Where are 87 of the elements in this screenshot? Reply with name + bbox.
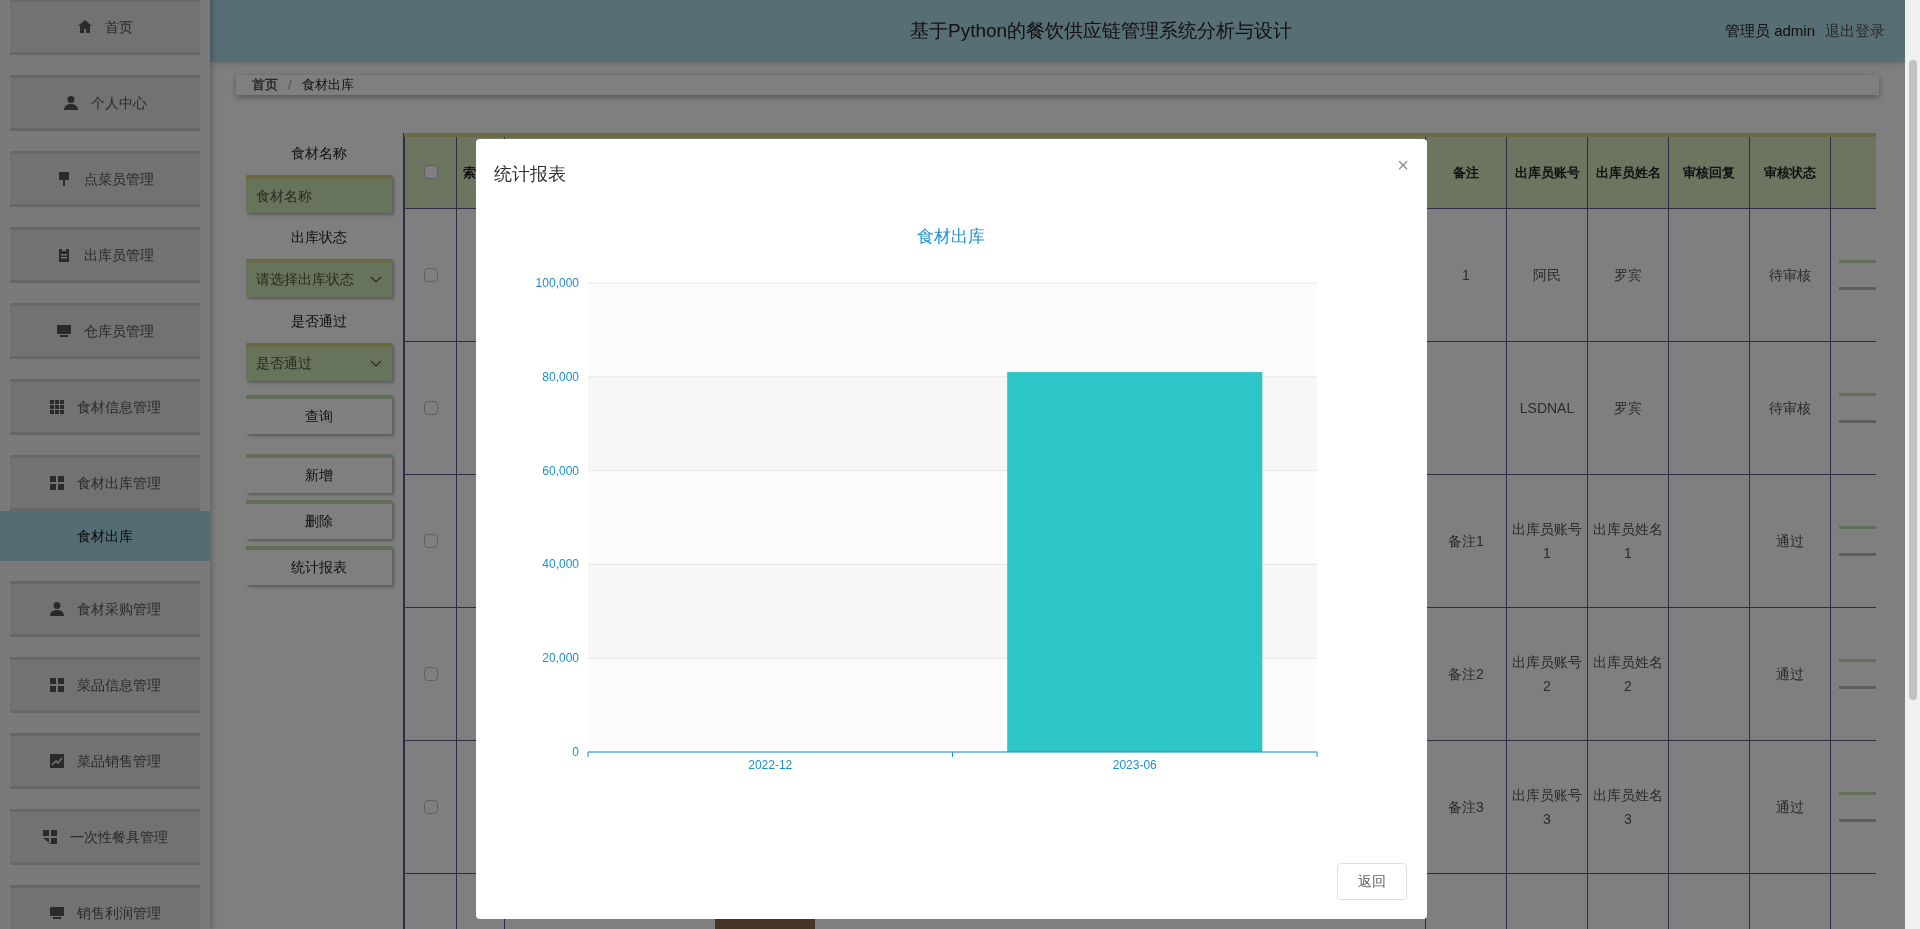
column-header: 索 xyxy=(463,164,476,180)
x-axis-label: 2022-12 xyxy=(748,758,793,772)
table-cell: 出库员账号3 xyxy=(1512,787,1582,827)
app-title: 基于Python的餐饮供应链管理系统分析与设计 xyxy=(910,18,1293,43)
select-field[interactable]: 请选择出库状态 xyxy=(246,258,392,297)
table-cell: 通过 xyxy=(1776,799,1804,815)
table-cell: 通过 xyxy=(1776,666,1804,682)
checkbox[interactable] xyxy=(423,800,438,814)
table-cell: 罗宾 xyxy=(1614,267,1642,283)
home-icon xyxy=(77,19,93,35)
table-cell: 待审核 xyxy=(1769,267,1811,283)
monitor-icon xyxy=(56,323,72,339)
y-axis-label: 20,000 xyxy=(542,651,579,666)
x-axis-label: 2023-06 xyxy=(1112,758,1157,772)
y-axis-label: 40,000 xyxy=(542,557,579,572)
table-cell: 备注3 xyxy=(1448,799,1484,815)
breadcrumb-separator: / xyxy=(288,76,292,94)
sidebar-subitem[interactable]: 食材出库 xyxy=(0,511,210,561)
chart-icon xyxy=(49,753,65,769)
grid-icon xyxy=(42,829,58,845)
filter-label: 食材名称 xyxy=(290,143,348,163)
grid-icon xyxy=(49,677,65,693)
scrollbar[interactable] xyxy=(1905,0,1920,929)
table-cell: 备注1 xyxy=(1448,533,1484,549)
table-cell: 出库员账号2 xyxy=(1512,654,1582,694)
column-header: 审核回复 xyxy=(1683,164,1735,180)
sidebar-item[interactable]: 菜品销售管理 xyxy=(10,733,200,789)
table-cell: 出库员姓名3 xyxy=(1593,787,1663,827)
sidebar-item[interactable]: 仓库员管理 xyxy=(10,303,200,359)
sidebar-item[interactable]: 一次性餐具管理 xyxy=(10,809,200,865)
column-header: 备注 xyxy=(1453,164,1479,180)
table-cell: 出库员姓名1 xyxy=(1593,521,1663,561)
sidebar-item[interactable]: 食材信息管理 xyxy=(10,379,200,435)
sidebar-item[interactable]: 出库员管理 xyxy=(10,227,200,283)
breadcrumb-link[interactable]: 首页 xyxy=(252,75,278,95)
table-cell: 出库员姓名2 xyxy=(1593,654,1663,694)
y-axis-label: 100,000 xyxy=(535,276,579,290)
checkbox[interactable] xyxy=(423,534,438,548)
checkbox[interactable] xyxy=(423,667,438,681)
close-button[interactable]: × xyxy=(1397,155,1409,175)
column-header: 审核状态 xyxy=(1764,164,1816,180)
grid-icon xyxy=(49,399,65,415)
dialog-title: 统计报表 xyxy=(494,163,566,186)
select-field[interactable]: 是否通过 xyxy=(246,342,392,381)
sidebar-item[interactable]: 菜品信息管理 xyxy=(10,657,200,713)
sidebar-item[interactable]: 个人中心 xyxy=(10,75,200,131)
grid-icon xyxy=(49,475,65,491)
sidebar-item[interactable]: 销售利润管理 xyxy=(10,885,200,929)
filter-label: 出库状态 xyxy=(290,227,348,247)
logout-link[interactable]: 退出登录 xyxy=(1825,19,1885,43)
table-cell: LSDNAL xyxy=(1519,400,1575,416)
table-cell: 阿民 xyxy=(1533,267,1561,283)
table-cell: 罗宾 xyxy=(1614,400,1642,416)
y-axis-label: 0 xyxy=(572,745,579,759)
action-button[interactable]: 删除 xyxy=(246,499,392,539)
action-button[interactable]: 统计报表 xyxy=(246,545,392,585)
sidebar-item[interactable]: 食材出库管理 xyxy=(10,455,200,511)
action-button[interactable]: 查询 xyxy=(246,394,392,434)
brush-icon xyxy=(56,171,72,187)
checkbox[interactable] xyxy=(423,165,438,180)
sidebar-item[interactable]: 点菜员管理 xyxy=(10,151,200,207)
sidebar-item[interactable]: 食材采购管理 xyxy=(10,581,200,637)
table-cell: 出库员账号1 xyxy=(1512,521,1582,561)
monitor-icon xyxy=(49,905,65,921)
chart-title: 食材出库 xyxy=(917,227,985,246)
checkbox[interactable] xyxy=(423,401,438,415)
table-cell: 备注2 xyxy=(1448,666,1484,682)
y-axis-label: 80,000 xyxy=(542,369,579,384)
input-field[interactable]: 食材名称 xyxy=(246,174,392,213)
user-icon xyxy=(63,95,79,111)
table-cell: 通过 xyxy=(1776,533,1804,549)
user-label: 管理员 admin xyxy=(1724,20,1815,41)
y-axis-label: 60,000 xyxy=(542,463,579,478)
user-icon xyxy=(49,601,65,617)
checkbox[interactable] xyxy=(423,268,438,282)
chevron-down-icon xyxy=(370,359,382,368)
column-header: 出库员姓名 xyxy=(1595,164,1661,180)
table-cell: 待审核 xyxy=(1769,400,1811,416)
filter-label: 是否通过 xyxy=(290,311,348,331)
sidebar-item[interactable]: 首页 xyxy=(10,0,200,55)
clipboard-icon xyxy=(56,247,72,263)
back-button[interactable]: 返回 xyxy=(1337,863,1407,900)
action-button[interactable]: 新增 xyxy=(246,453,392,493)
chevron-down-icon xyxy=(370,275,382,284)
table-cell: 1 xyxy=(1462,267,1470,283)
column-header: 出库员账号 xyxy=(1514,164,1580,180)
breadcrumb-link[interactable]: 食材出库 xyxy=(301,75,354,95)
